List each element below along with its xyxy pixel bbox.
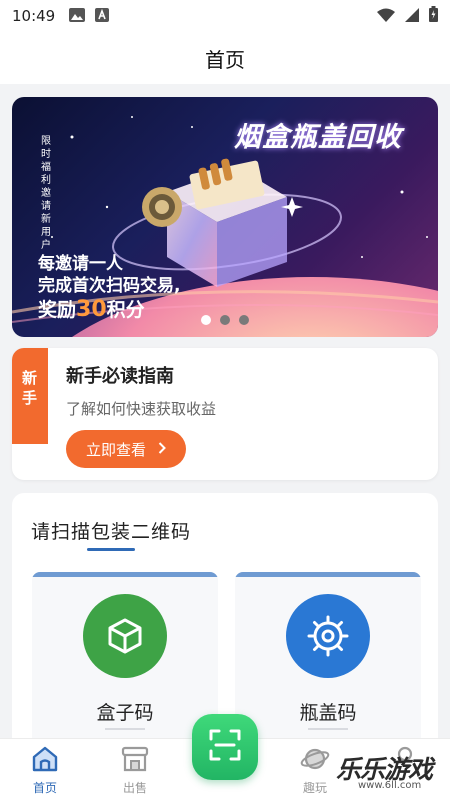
banner-side-text: 限时福利邀请新用户 <box>41 136 51 251</box>
view-now-label: 立即查看 <box>85 440 146 459</box>
banner-reward-suffix: 积分 <box>106 299 145 321</box>
carousel-dot[interactable] <box>239 315 249 325</box>
guide-ribbon-tip <box>12 426 48 444</box>
scan-section-title: 请扫描包装二维码 <box>31 521 192 543</box>
banner-copy: 每邀请一人 完成首次扫码交易, 奖励30积分 <box>38 253 180 323</box>
scan-icon <box>208 728 242 766</box>
app-header: 首页 <box>0 32 450 84</box>
box-code-card[interactable]: 盒子码 <box>32 572 218 738</box>
banner-line-1: 每邀请一人 <box>38 254 123 274</box>
nav-item-sell[interactable]: 出售 <box>90 739 180 800</box>
banner-reward-amount: 30 <box>76 297 107 322</box>
bottle-cap-icon <box>286 594 370 678</box>
label-divider <box>105 728 145 730</box>
bottle-cap-code-card[interactable]: 瓶盖码 <box>235 572 421 738</box>
home-icon <box>30 745 60 773</box>
label-divider <box>308 728 348 730</box>
guide-ribbon-label: 新手 <box>22 369 38 407</box>
watermark-url: www.6ll.com <box>358 780 422 791</box>
banner-line-2: 完成首次扫码交易, <box>38 276 181 296</box>
card-accent-bar <box>235 572 421 577</box>
title-underline <box>87 548 135 551</box>
guide-title: 新手必读指南 <box>66 366 174 387</box>
status-bar: 10:49 <box>0 0 450 32</box>
home-content[interactable]: 限时福利邀请新用户 烟盒瓶盖回收 每邀请一人 完成首次扫码交易, 奖励30积分 … <box>0 84 450 738</box>
box-code-label: 盒子码 <box>96 702 154 724</box>
text-a-icon <box>95 7 110 26</box>
carousel-dot[interactable] <box>220 315 230 325</box>
carousel-dots[interactable] <box>201 315 249 325</box>
image-icon <box>69 7 86 26</box>
battery-icon <box>429 6 438 26</box>
box-icon <box>83 594 167 678</box>
scan-button[interactable] <box>192 714 258 780</box>
status-time: 10:49 <box>12 7 56 25</box>
carousel-dot[interactable] <box>201 315 211 325</box>
wifi-icon <box>377 7 395 26</box>
card-accent-bar <box>32 572 218 577</box>
signal-icon <box>405 7 419 26</box>
scan-section: 请扫描包装二维码 盒子码 瓶盖码 <box>12 493 438 738</box>
view-now-button[interactable]: 立即查看 <box>66 430 186 468</box>
watermark: 乐乐游戏 www.6ll.com <box>332 744 450 800</box>
bottle-cap-code-label: 瓶盖码 <box>299 702 357 724</box>
nav-item-home[interactable]: 首页 <box>0 739 90 800</box>
shop-icon <box>120 745 150 773</box>
banner-reward-prefix: 奖励 <box>38 299 77 321</box>
nav-label-home: 首页 <box>32 781 57 795</box>
banner-line-3: 奖励30积分 <box>38 297 180 323</box>
promo-banner[interactable]: 限时福利邀请新用户 烟盒瓶盖回收 每邀请一人 完成首次扫码交易, 奖励30积分 <box>12 97 438 337</box>
newbie-guide-card[interactable]: 新手 新手必读指南 了解如何快速获取收益 立即查看 <box>12 348 438 480</box>
chevron-right-icon <box>158 440 166 458</box>
guide-subtitle: 了解如何快速获取收益 <box>66 400 217 418</box>
page-title: 首页 <box>205 47 245 72</box>
planet-icon <box>300 745 330 773</box>
nav-label-sell: 出售 <box>122 781 147 795</box>
banner-headline: 烟盒瓶盖回收 <box>234 122 402 153</box>
